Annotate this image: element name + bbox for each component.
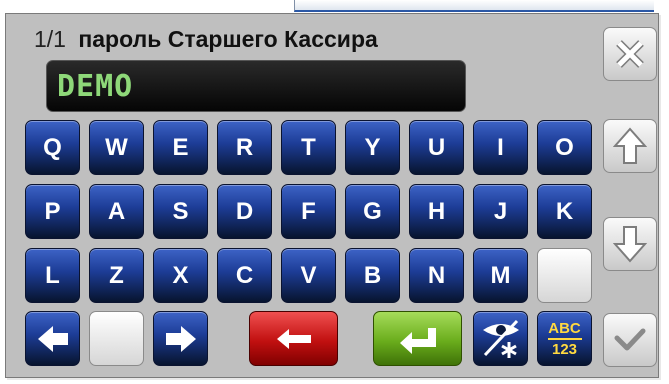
key-m[interactable]: M [473,248,528,303]
key-e[interactable]: E [153,120,208,175]
mode-divider [547,337,582,340]
key-x[interactable]: X [153,248,208,303]
check-icon [613,326,647,354]
key-v[interactable]: V [281,248,336,303]
arrow-left-icon [36,324,70,354]
cursor-left-key[interactable] [25,311,80,366]
key-o[interactable]: O [537,120,592,175]
field-counter: 1/1 [34,26,66,52]
key-blank-row3[interactable] [537,248,592,303]
key-k[interactable]: K [537,184,592,239]
eye-asterisk-icon [479,317,523,361]
key-r[interactable]: R [217,120,272,175]
key-y[interactable]: Y [345,120,400,175]
key-a[interactable]: A [89,184,144,239]
cursor-right-key[interactable] [153,311,208,366]
abc-123-icon: ABC 123 [547,319,582,358]
arrow-right-icon [164,324,198,354]
arrow-up-icon [613,127,647,165]
key-u[interactable]: U [409,120,464,175]
enter-key[interactable] [373,311,462,366]
scroll-up-button[interactable] [603,119,657,173]
key-i[interactable]: I [473,120,528,175]
key-h[interactable]: H [409,184,464,239]
mode-letters-label: ABC [548,319,581,337]
key-z[interactable]: Z [89,248,144,303]
arrow-down-icon [613,225,647,263]
key-t[interactable]: T [281,120,336,175]
enter-icon [396,324,440,354]
key-blank-row4[interactable] [89,311,144,366]
close-icon [614,38,646,70]
key-s[interactable]: S [153,184,208,239]
show-password-key[interactable] [473,311,528,366]
background-window-edge [294,0,654,12]
backspace-arrow-icon [274,326,314,352]
key-b[interactable]: B [345,248,400,303]
close-button[interactable] [603,27,657,81]
key-w[interactable]: W [89,120,144,175]
key-f[interactable]: F [281,184,336,239]
key-c[interactable]: C [217,248,272,303]
password-value: DEMO [57,69,134,104]
dialog-title: 1/1 пароль Старшего Кассира [34,24,378,54]
mode-digits-label: 123 [551,340,578,358]
scroll-down-button[interactable] [603,217,657,271]
key-g[interactable]: G [345,184,400,239]
field-caption: пароль Старшего Кассира [78,26,378,52]
key-d[interactable]: D [217,184,272,239]
password-display[interactable]: DEMO [46,60,466,112]
key-l[interactable]: L [25,248,80,303]
confirm-button[interactable] [603,313,657,367]
backspace-key[interactable] [249,311,338,366]
keyboard-mode-key[interactable]: ABC 123 [537,311,592,366]
key-q[interactable]: Q [25,120,80,175]
key-p[interactable]: P [25,184,80,239]
key-j[interactable]: J [473,184,528,239]
key-n[interactable]: N [409,248,464,303]
